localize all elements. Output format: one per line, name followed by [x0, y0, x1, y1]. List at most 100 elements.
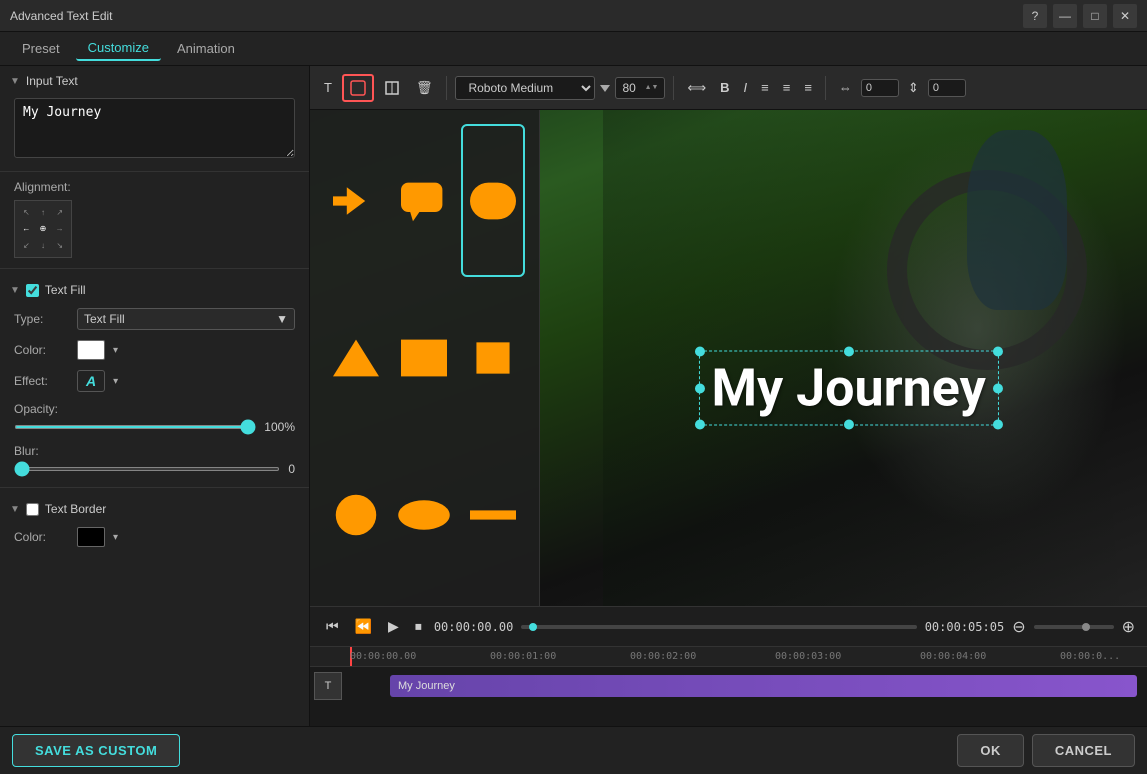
handle-top-left[interactable] — [694, 347, 704, 357]
input-text-chevron: ▼ — [10, 76, 20, 87]
shape-ellipse[interactable] — [394, 441, 454, 590]
align-bottom-center[interactable]: ↓ — [36, 238, 51, 253]
prev-frame-button[interactable]: ⏪ — [351, 614, 376, 639]
align-top-right[interactable]: ↗ — [52, 205, 67, 220]
toolbar-sep-3 — [825, 76, 826, 100]
maximize-button[interactable]: □ — [1083, 4, 1107, 28]
zoom-handle[interactable] — [1082, 623, 1090, 631]
close-button[interactable]: ✕ — [1113, 4, 1137, 28]
shape-small-square[interactable] — [463, 283, 523, 432]
color-arrow[interactable]: ▾ — [113, 345, 118, 356]
effect-arrow[interactable]: ▾ — [113, 376, 118, 387]
char-spacing-input[interactable] — [861, 79, 899, 97]
bold-button[interactable]: B — [715, 77, 734, 98]
save-custom-button[interactable]: SAVE AS CUSTOM — [12, 734, 180, 767]
handle-top-middle[interactable] — [844, 347, 854, 357]
shape-speech-bubble[interactable] — [394, 126, 454, 275]
align-center-button[interactable]: ≡ — [778, 77, 796, 98]
type-label: Type: — [14, 312, 69, 326]
titlebar: Advanced Text Edit ? — □ ✕ — [0, 0, 1147, 32]
help-button[interactable]: ? — [1023, 4, 1047, 28]
handle-bottom-left[interactable] — [694, 420, 704, 430]
time-mark-2: 00:00:02:00 — [630, 651, 696, 662]
align-middle-left[interactable]: ← — [19, 222, 34, 237]
line-spacing-button[interactable]: ⇕ — [903, 77, 924, 99]
progress-handle[interactable] — [529, 623, 537, 631]
text-input[interactable]: My Journey — [14, 98, 295, 158]
shape-square[interactable] — [394, 283, 454, 432]
shape-rounded-square[interactable] — [463, 126, 523, 275]
shape-panel — [310, 110, 540, 606]
input-text-label: Input Text — [26, 74, 78, 88]
font-dropdown[interactable]: Roboto Medium — [455, 76, 595, 100]
line-spacing-input[interactable] — [928, 79, 966, 97]
text-selection-box[interactable]: My Journey — [698, 351, 998, 426]
italic-button[interactable]: I — [739, 77, 753, 98]
play-button[interactable]: ▶ — [384, 614, 403, 639]
toolbar-sep-1 — [446, 76, 447, 100]
handle-middle-right[interactable] — [993, 383, 1003, 393]
rewind-button[interactable]: ⏮ — [322, 614, 343, 639]
align-top-center[interactable]: ↑ — [36, 205, 51, 220]
align-middle-right[interactable]: → — [52, 222, 67, 237]
char-spacing-button[interactable]: ⇔ — [834, 77, 857, 98]
handle-middle-left[interactable] — [694, 383, 704, 393]
stop-button[interactable]: ⏹ — [411, 614, 426, 639]
transform-tool-button[interactable] — [378, 76, 406, 100]
font-size-box[interactable]: 80 ▲▼ — [615, 77, 665, 99]
alignment-section: Alignment: ↖ ↑ ↗ ← ⊕ → ↙ ↓ ↘ — [0, 172, 309, 269]
zoom-out-button[interactable]: ⊖ — [1012, 617, 1025, 637]
text-fill-chevron[interactable]: ▼ — [10, 285, 20, 296]
time-end: 00:00:05:05 — [925, 620, 1004, 634]
color-swatch[interactable] — [77, 340, 105, 360]
align-left-button[interactable]: ≡ — [756, 77, 774, 98]
align-right-button[interactable]: ≡ — [799, 77, 817, 98]
cancel-button[interactable]: CANCEL — [1032, 734, 1135, 767]
font-size-spinners[interactable]: ▲▼ — [645, 84, 659, 91]
align-bottom-right[interactable]: ↘ — [52, 238, 67, 253]
text-fill-checkbox[interactable] — [26, 284, 39, 297]
shape-circle[interactable] — [326, 441, 386, 590]
input-text-header[interactable]: ▼ Input Text — [0, 66, 309, 94]
text-border-checkbox[interactable] — [26, 503, 39, 516]
tab-customize[interactable]: Customize — [76, 36, 161, 61]
text-fill-header: ▼ Text Fill — [0, 275, 309, 303]
time-mark-0: 00:00:00.00 — [350, 651, 416, 662]
border-color-swatch[interactable] — [77, 527, 105, 547]
ok-button[interactable]: OK — [957, 734, 1024, 767]
minimize-button[interactable]: — — [1053, 4, 1077, 28]
shape-triangle[interactable] — [326, 283, 386, 432]
text-tool-button[interactable]: T — [318, 76, 338, 99]
person-silhouette — [967, 130, 1067, 310]
opacity-slider[interactable] — [14, 425, 256, 429]
align-middle-center[interactable]: ⊕ — [36, 222, 51, 237]
effect-button[interactable]: A — [77, 370, 105, 392]
zoom-in-button[interactable]: ⊕ — [1122, 617, 1135, 637]
tab-preset[interactable]: Preset — [10, 37, 72, 60]
text-border-chevron[interactable]: ▼ — [10, 504, 20, 515]
tab-animation[interactable]: Animation — [165, 37, 247, 60]
align-top-left[interactable]: ↖ — [19, 205, 34, 220]
input-text-section: ▼ Input Text My Journey — [0, 66, 309, 172]
shape-tool-button[interactable] — [342, 74, 374, 102]
blur-row: Blur: 0 — [0, 439, 309, 481]
font-dropdown-arrow-icon — [599, 80, 611, 96]
canvas-area: My Journey — [310, 110, 1147, 606]
text-fill-section: ▼ Text Fill Type: Text Fill ▼ Color: ▾ E… — [0, 269, 309, 488]
zoom-slider[interactable] — [1034, 625, 1114, 629]
align-bottom-left[interactable]: ↙ — [19, 238, 34, 253]
time-mark-1: 00:00:01:00 — [490, 651, 556, 662]
text-spacing-icon-button[interactable]: ⟺ — [682, 77, 711, 99]
bottom-bar: SAVE AS CUSTOM OK CANCEL — [0, 726, 1147, 774]
border-color-arrow[interactable]: ▾ — [113, 532, 118, 543]
shape-arrow[interactable] — [326, 126, 386, 275]
delete-tool-button[interactable]: 🗑 — [410, 76, 439, 100]
shape-line[interactable] — [463, 441, 523, 590]
blur-slider[interactable] — [14, 467, 280, 471]
track-bar[interactable]: My Journey — [390, 675, 1137, 697]
border-color-label: Color: — [14, 530, 69, 544]
bottom-right-buttons: OK CANCEL — [957, 734, 1135, 767]
progress-bar[interactable] — [521, 625, 916, 629]
color-row: Color: ▾ — [0, 335, 309, 365]
type-dropdown[interactable]: Text Fill ▼ — [77, 308, 295, 330]
